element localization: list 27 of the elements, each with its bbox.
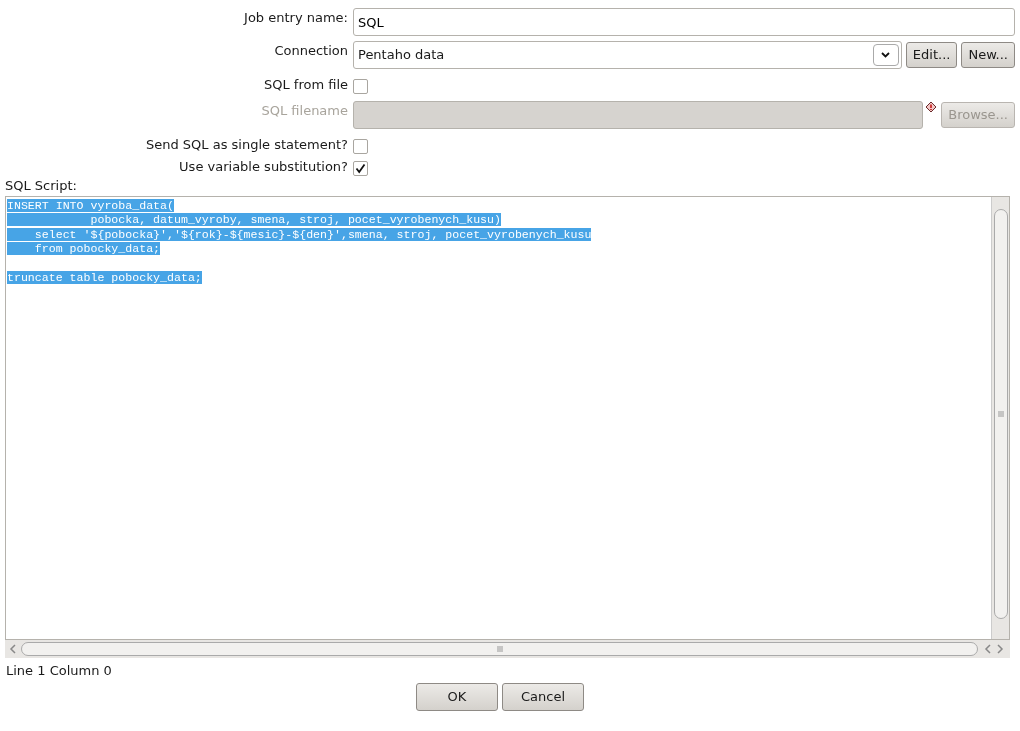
scroll-left-icon[interactable] bbox=[984, 643, 992, 654]
checkbox[interactable] bbox=[353, 138, 368, 154]
dialog-button[interactable]: OK bbox=[416, 682, 498, 711]
dialog-button[interactable]: Cancel bbox=[502, 682, 584, 711]
field-label: SQL filename bbox=[261, 102, 348, 118]
grip-icon bbox=[997, 410, 1004, 417]
scrollbar-thumb[interactable] bbox=[21, 641, 978, 656]
connection-button[interactable]: Edit... bbox=[905, 42, 958, 68]
script-label: SQL Script: bbox=[5, 177, 78, 194]
checkbox[interactable] bbox=[353, 79, 368, 94]
warning-icon bbox=[925, 100, 938, 113]
field-label: Use variable substitution? bbox=[179, 159, 348, 174]
grip-icon bbox=[496, 645, 503, 652]
status-text: Line 1 Column 0 bbox=[6, 662, 112, 678]
field-label: SQL from file bbox=[263, 77, 348, 92]
chevron-down-icon bbox=[872, 44, 899, 66]
field-label: Send SQL as single statement? bbox=[145, 136, 348, 152]
text-field[interactable]: SQL bbox=[353, 8, 1015, 36]
field-label: Job entry name: bbox=[244, 10, 348, 25]
scroll-right-icon[interactable] bbox=[996, 643, 1004, 654]
scrollbar-thumb[interactable] bbox=[993, 208, 1008, 619]
code-text: INSERT INTO vyroba_data( pobocka, datum_vyroby, smena, stroj, pocet_vyrobenych_kusu) select '${pobocka}','${rok}-${mesic}-${den}',smena, stroj, pocet_vyrobenych_kusu from pobocky_data; truncate table pobocky_data; bbox=[7, 198, 592, 287]
field-label: Connection bbox=[274, 43, 348, 58]
scroll-left-icon[interactable] bbox=[9, 643, 17, 654]
checkbox[interactable] bbox=[353, 161, 368, 176]
connection-dropdown[interactable]: Pentaho data bbox=[353, 41, 902, 69]
connection-button[interactable]: New... bbox=[961, 42, 1015, 68]
